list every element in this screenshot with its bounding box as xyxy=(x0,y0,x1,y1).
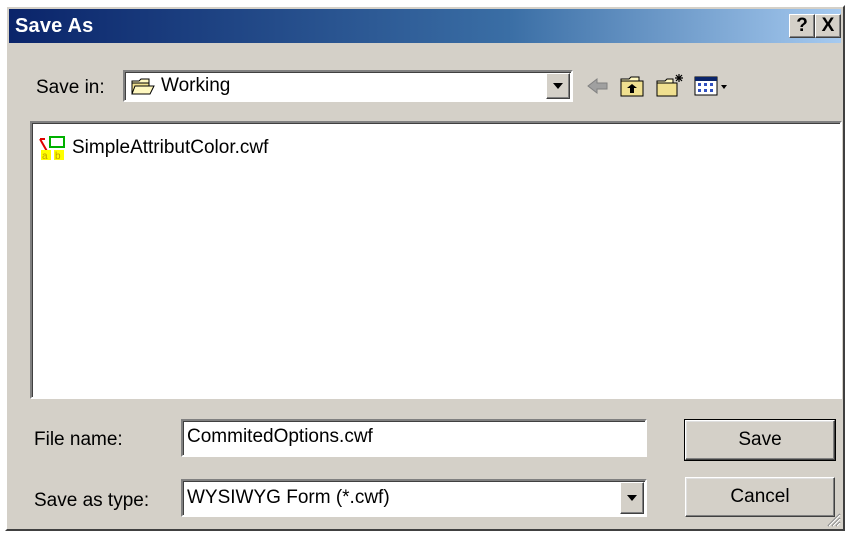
file-name-value: CommitedOptions.cwf xyxy=(187,426,373,447)
back-arrow-icon[interactable] xyxy=(585,73,611,99)
save-in-label: Save in: xyxy=(36,77,105,98)
cancel-button[interactable]: Cancel xyxy=(685,477,835,517)
close-button[interactable]: X xyxy=(815,14,841,38)
file-list[interactable]: a b SimpleAttributColor.cwf xyxy=(30,121,842,399)
title-bar[interactable]: Save As ? X xyxy=(9,9,841,43)
save-in-dropdown[interactable]: Working xyxy=(123,70,573,102)
save-as-type-value: WYSIWYG Form (*.cwf) xyxy=(187,487,390,508)
cwf-form-icon: a b xyxy=(39,136,67,161)
svg-text:a: a xyxy=(42,151,48,161)
save-as-type-dropdown-arrow[interactable] xyxy=(620,482,644,514)
save-as-type-label: Save as type: xyxy=(34,490,150,511)
new-folder-icon[interactable] xyxy=(655,73,685,99)
file-name-label: File name: xyxy=(34,429,123,450)
file-item[interactable]: a b SimpleAttributColor.cwf xyxy=(38,135,268,161)
svg-text:b: b xyxy=(55,151,61,161)
view-menu-icon[interactable] xyxy=(693,73,733,99)
resize-grip-icon[interactable] xyxy=(825,511,841,527)
save-as-type-dropdown[interactable]: WYSIWYG Form (*.cwf) xyxy=(181,479,647,517)
save-button[interactable]: Save xyxy=(684,419,836,461)
folder-icon xyxy=(131,78,155,95)
file-name-input[interactable]: CommitedOptions.cwf xyxy=(181,419,647,457)
save-in-dropdown-arrow[interactable] xyxy=(546,73,570,99)
file-name-label: SimpleAttributColor.cwf xyxy=(72,137,269,158)
save-as-dialog: Save As ? X Save in: Working a b SimpleA… xyxy=(5,5,845,531)
up-folder-icon[interactable] xyxy=(619,73,647,99)
dialog-title: Save As xyxy=(15,14,94,37)
save-in-value: Working xyxy=(161,75,231,96)
help-button[interactable]: ? xyxy=(789,14,815,38)
